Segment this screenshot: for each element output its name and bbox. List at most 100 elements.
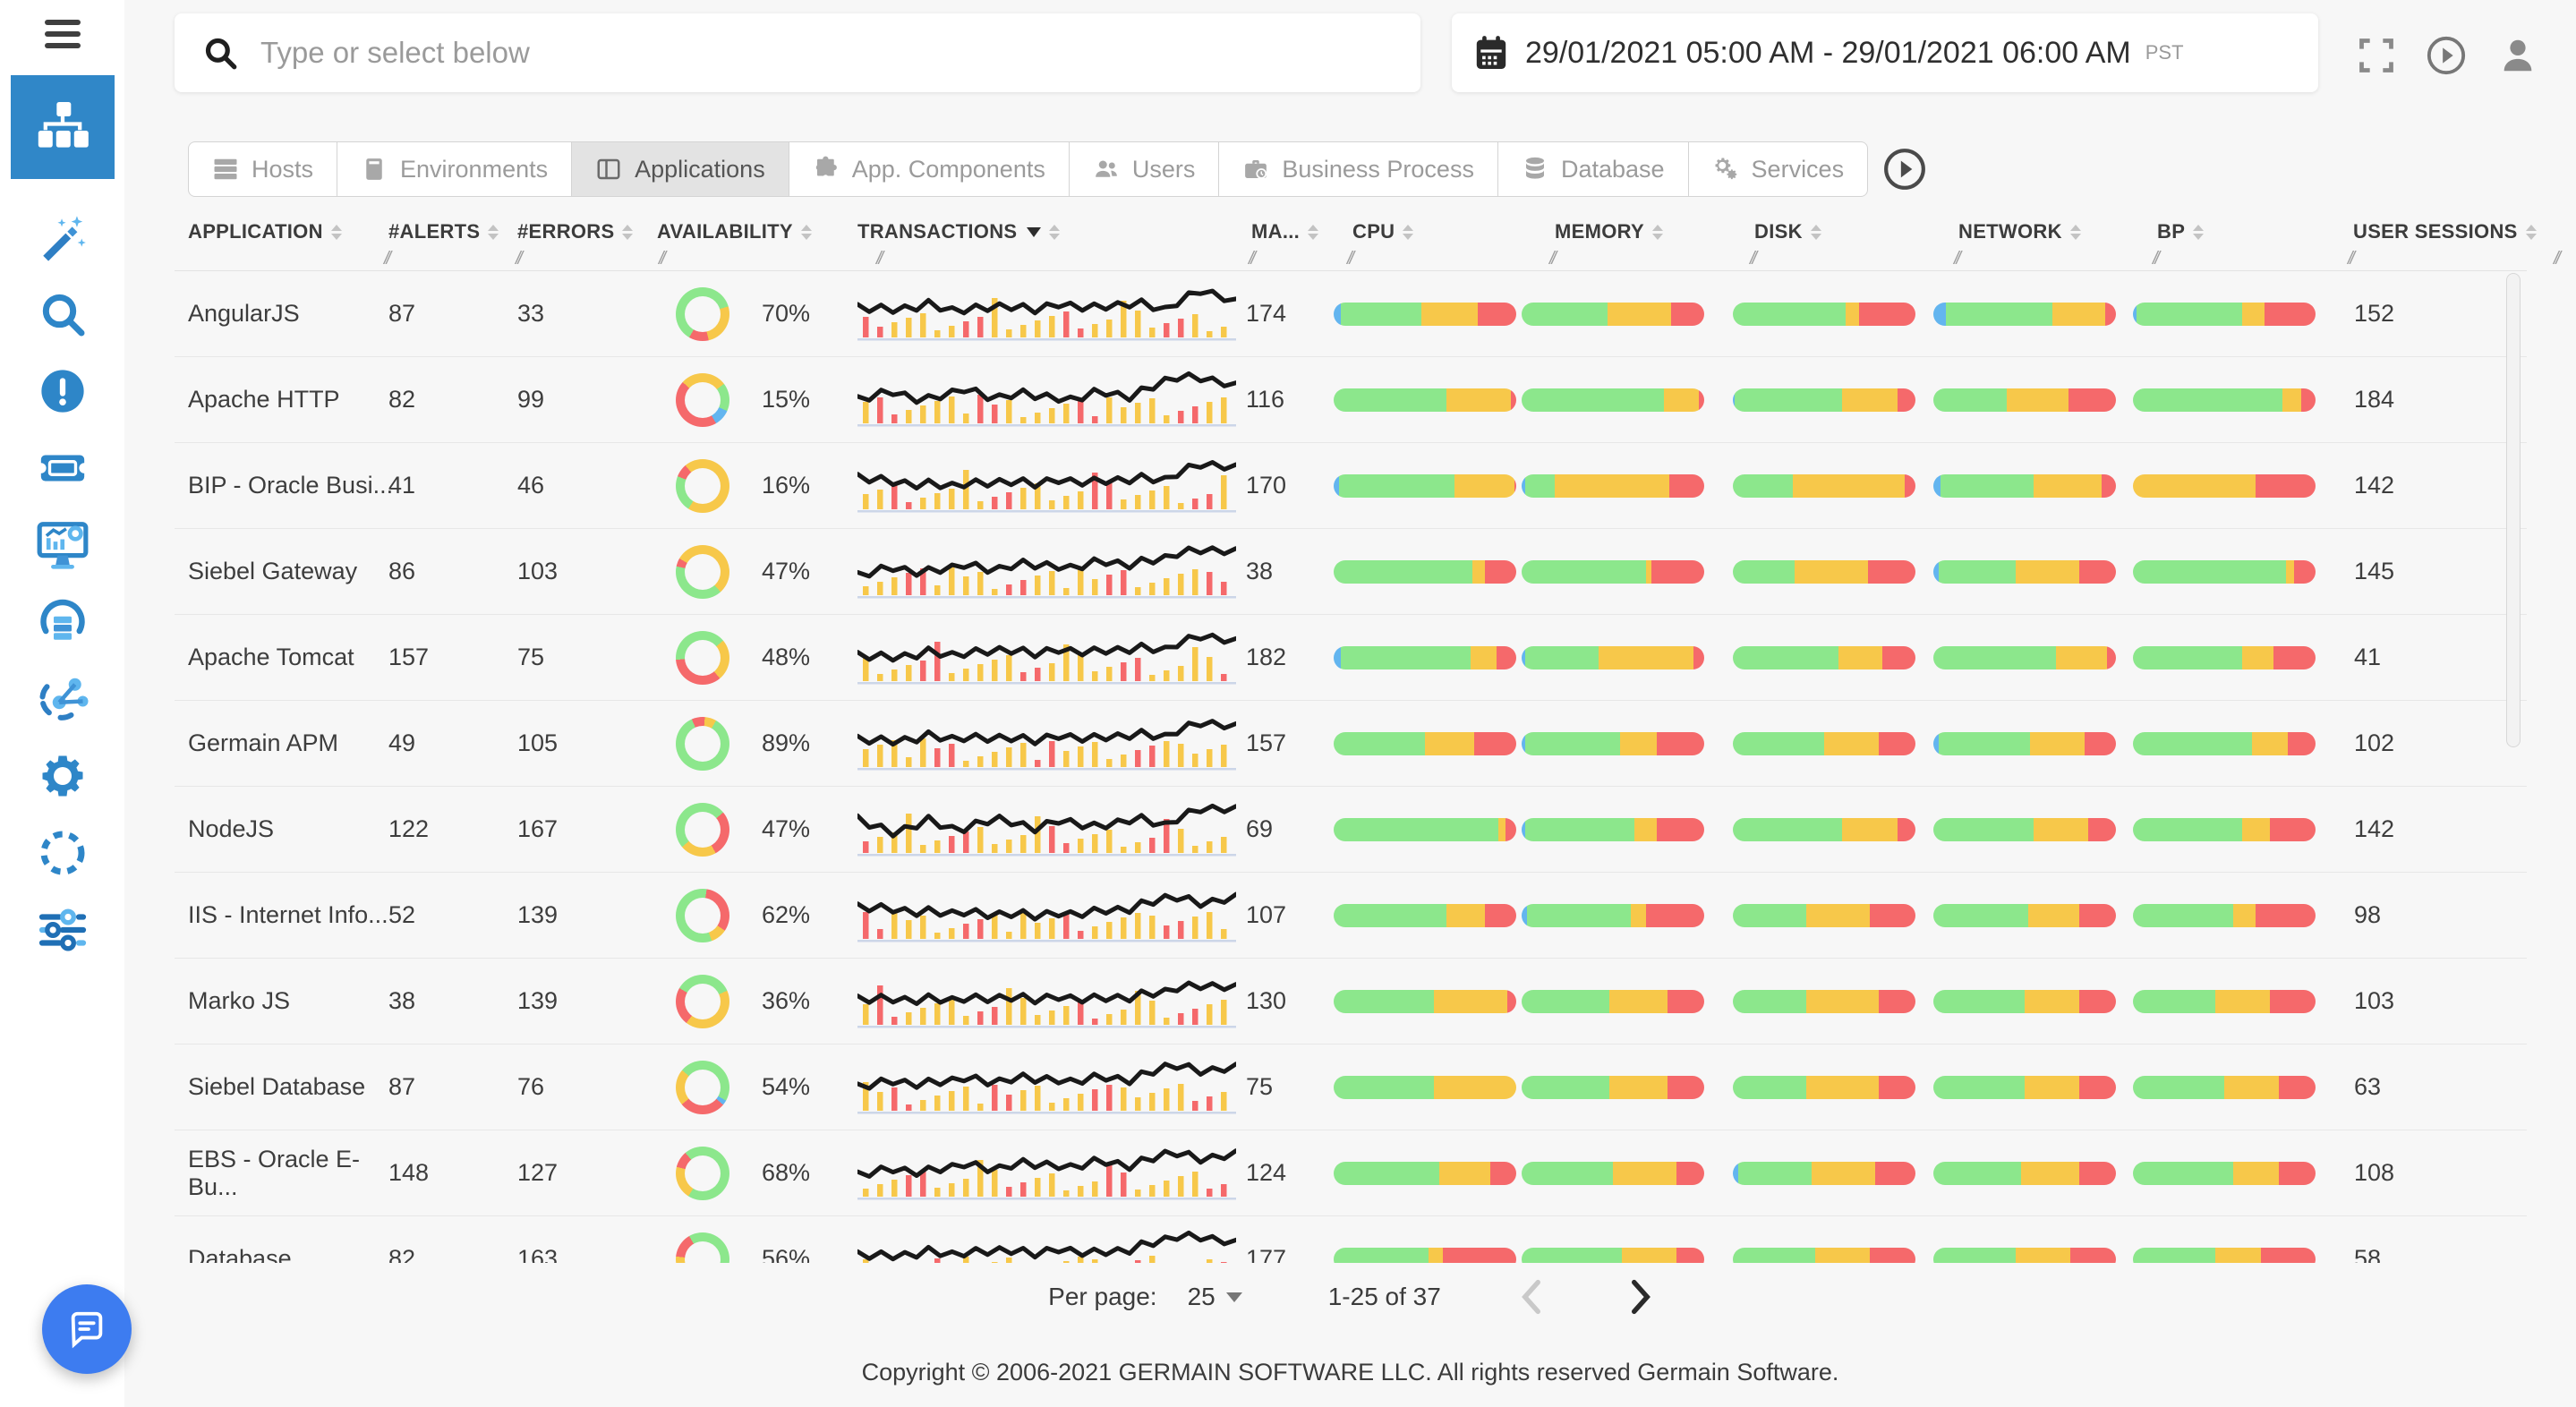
table-row[interactable]: NodeJS 122 167 47% 69 142 — [175, 787, 2527, 873]
tab-business-process[interactable]: Business Process — [1219, 141, 1498, 197]
cpu-status-bar — [1334, 904, 1516, 927]
sidebar-item-alerts[interactable] — [0, 360, 124, 422]
column-header-ma[interactable]: MA... — [1251, 220, 1318, 243]
column-resize-handle[interactable]: // — [876, 249, 881, 269]
tab-users[interactable]: Users — [1070, 141, 1220, 197]
table-row[interactable]: Database 82 163 56% 177 58 — [175, 1216, 2527, 1263]
table-row[interactable]: BIP - Oracle Busi... 41 46 16% 170 142 — [175, 443, 2527, 529]
copyright-footer: Copyright © 2006-2021 GERMAIN SOFTWARE L… — [124, 1359, 2576, 1386]
column-header-network[interactable]: NETWORK — [1958, 220, 2081, 243]
table-row[interactable]: Siebel Database 87 76 54% 75 63 — [175, 1045, 2527, 1130]
column-header-alerts[interactable]: #ALERTS — [388, 220, 499, 243]
network-status-bar — [1933, 474, 2116, 498]
ma-value: 177 — [1246, 1216, 1286, 1263]
column-header-sessions[interactable]: USER SESSIONS — [2353, 220, 2537, 243]
search-input[interactable] — [259, 35, 1394, 71]
column-header-transactions[interactable]: TRANSACTIONS — [857, 220, 1060, 243]
sidebar-item-analytics[interactable] — [0, 668, 124, 730]
column-resize-handle[interactable]: // — [516, 249, 520, 269]
column-resize-handle[interactable]: // — [1549, 249, 1554, 269]
tab-environments[interactable]: Environments — [337, 141, 572, 197]
user-menu-button[interactable] — [2495, 32, 2541, 79]
vertical-scrollbar[interactable] — [2506, 273, 2521, 747]
table-row[interactable]: EBS - Oracle E-Bu... 148 127 68% 124 108 — [175, 1130, 2527, 1216]
column-resize-handle[interactable]: // — [2153, 249, 2157, 269]
errors-count: 163 — [517, 1216, 558, 1263]
column-header-disk[interactable]: DISK — [1754, 220, 1821, 243]
column-header-memory[interactable]: MEMORY — [1555, 220, 1663, 243]
sidebar-item-tickets[interactable] — [0, 437, 124, 499]
column-header-availability[interactable]: AVAILABILITY — [657, 220, 812, 243]
memory-status-bar — [1522, 474, 1704, 498]
column-header-cpu[interactable]: CPU — [1352, 220, 1413, 243]
errors-count: 33 — [517, 271, 544, 356]
column-resize-handle[interactable]: // — [1347, 249, 1352, 269]
memory-status-bar — [1522, 990, 1704, 1013]
tab-applications[interactable]: Applications — [572, 141, 789, 197]
availability-percent: 47% — [738, 529, 810, 614]
column-resize-handle[interactable]: // — [659, 249, 663, 269]
sidebar-item-storage[interactable] — [0, 591, 124, 653]
table-row[interactable]: Marko JS 38 139 36% 130 103 — [175, 959, 2527, 1045]
availability-percent: 89% — [738, 701, 810, 786]
tab-services[interactable]: Services — [1689, 141, 1869, 197]
column-header-application[interactable]: APPLICATION — [188, 220, 342, 243]
network-status-bar — [1933, 560, 2116, 584]
sidebar-item-preferences[interactable] — [0, 899, 124, 961]
per-page-value: 25 — [1188, 1283, 1215, 1311]
date-range-picker[interactable]: 29/01/2021 05:00 AM - 29/01/2021 06:00 A… — [1452, 13, 2318, 92]
tab-hosts[interactable]: Hosts — [188, 141, 337, 197]
errors-count: 139 — [517, 959, 558, 1044]
tabs-play-button[interactable] — [1882, 141, 1927, 197]
user-sessions-count: 103 — [2354, 959, 2394, 1044]
tab-app-components[interactable]: App. Components — [789, 141, 1070, 197]
table-row[interactable]: IIS - Internet Info... 52 139 62% 107 98 — [175, 873, 2527, 959]
table-row[interactable]: Apache Tomcat 157 75 48% 182 41 — [175, 615, 2527, 701]
chat-launcher-button[interactable] — [42, 1284, 132, 1374]
prev-page-button[interactable] — [1520, 1279, 1543, 1315]
per-page-select[interactable]: 25 — [1188, 1283, 1242, 1311]
table-row[interactable]: Apache HTTP 82 99 15% 116 184 — [175, 357, 2527, 443]
main-content: 29/01/2021 05:00 AM - 29/01/2021 06:00 A… — [124, 0, 2576, 1407]
column-resize-handle[interactable]: // — [384, 249, 388, 269]
fullscreen-button[interactable] — [2353, 32, 2400, 79]
user-sessions-count: 41 — [2354, 615, 2381, 700]
sort-arrows-icon — [1652, 225, 1663, 240]
cpu-status-bar — [1334, 990, 1516, 1013]
sidebar-item-settings[interactable] — [0, 745, 124, 807]
menu-icon[interactable] — [45, 20, 81, 54]
next-page-button[interactable] — [1629, 1279, 1652, 1315]
sidebar-item-status[interactable] — [0, 822, 124, 884]
column-header-bp[interactable]: BP — [2157, 220, 2204, 243]
ma-value: 75 — [1246, 1045, 1273, 1130]
cpu-status-bar — [1334, 474, 1516, 498]
table-row[interactable]: Germain APM 49 105 89% 157 102 — [175, 701, 2527, 787]
column-resize-handle[interactable]: // — [1249, 249, 1253, 269]
monitor-dashboard-icon — [35, 517, 90, 573]
sidebar-item-hierarchy[interactable] — [11, 75, 115, 179]
application-name: Siebel Database — [188, 1045, 394, 1130]
transactions-sparkline — [857, 787, 1236, 872]
column-resize-handle[interactable]: // — [2348, 249, 2352, 269]
disk-status-bar — [1733, 388, 1915, 412]
table-row[interactable]: Siebel Gateway 86 103 47% 38 145 — [175, 529, 2527, 615]
user-sessions-count: 58 — [2354, 1216, 2381, 1263]
ma-value: 107 — [1246, 873, 1286, 958]
sidebar-item-dashboard[interactable] — [0, 514, 124, 576]
column-resize-handle[interactable]: // — [1954, 249, 1958, 269]
bp-status-bar — [2133, 560, 2316, 584]
sidebar-item-search[interactable] — [0, 283, 124, 345]
column-resize-handle[interactable]: // — [2554, 249, 2558, 269]
memory-status-bar — [1522, 818, 1704, 841]
cpu-status-bar — [1334, 732, 1516, 755]
column-resize-handle[interactable]: // — [1750, 249, 1754, 269]
table-row[interactable]: AngularJS 87 33 70% 174 152 — [175, 271, 2527, 357]
network-status-bar — [1933, 1076, 2116, 1099]
user-sessions-count: 142 — [2354, 787, 2394, 872]
availability-donut — [676, 459, 729, 513]
sidebar-item-wand[interactable] — [0, 206, 124, 269]
tab-database[interactable]: Database — [1498, 141, 1689, 197]
replay-button[interactable] — [2423, 32, 2469, 79]
column-header-errors[interactable]: #ERRORS — [517, 220, 633, 243]
availability-donut — [676, 1061, 729, 1114]
